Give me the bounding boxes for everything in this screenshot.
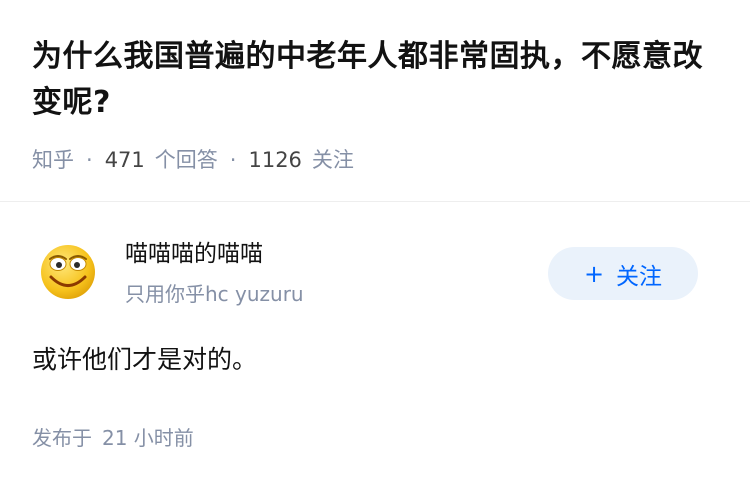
followers-count: 1126 (248, 148, 302, 172)
answers-label: 个回答 (154, 148, 218, 172)
published-label: 发布于 (32, 426, 92, 450)
follow-button-label: 关注 (616, 263, 663, 290)
meta-separator: · (229, 148, 237, 172)
follow-button[interactable]: + 关注 (548, 247, 698, 300)
published-time: 21 小时前 (102, 426, 194, 450)
answer-content: 或许他们才是对的。 (32, 345, 258, 374)
author-name[interactable]: 喵喵喵的喵喵 (125, 238, 263, 270)
question-title[interactable]: 为什么我国普遍的中老年人都非常固执，不愿意改变呢? (32, 34, 722, 126)
smiley-face-icon[interactable] (40, 244, 96, 300)
divider (0, 201, 750, 202)
followers-label: 关注 (311, 148, 354, 172)
publish-time: 发布于 21 小时前 (32, 424, 194, 452)
answers-count: 471 (104, 148, 145, 172)
author-bio: 只用你乎hc yuzuru (125, 282, 304, 306)
plus-icon: + (583, 259, 605, 288)
source-label[interactable]: 知乎 (32, 146, 74, 174)
meta-separator: · (86, 148, 93, 172)
question-meta: 知乎 · 471 个回答 · 1126 关注 (32, 146, 354, 174)
answer-page: 为什么我国普遍的中老年人都非常固执，不愿意改变呢? 知乎 · 471 个回答 ·… (0, 0, 750, 490)
